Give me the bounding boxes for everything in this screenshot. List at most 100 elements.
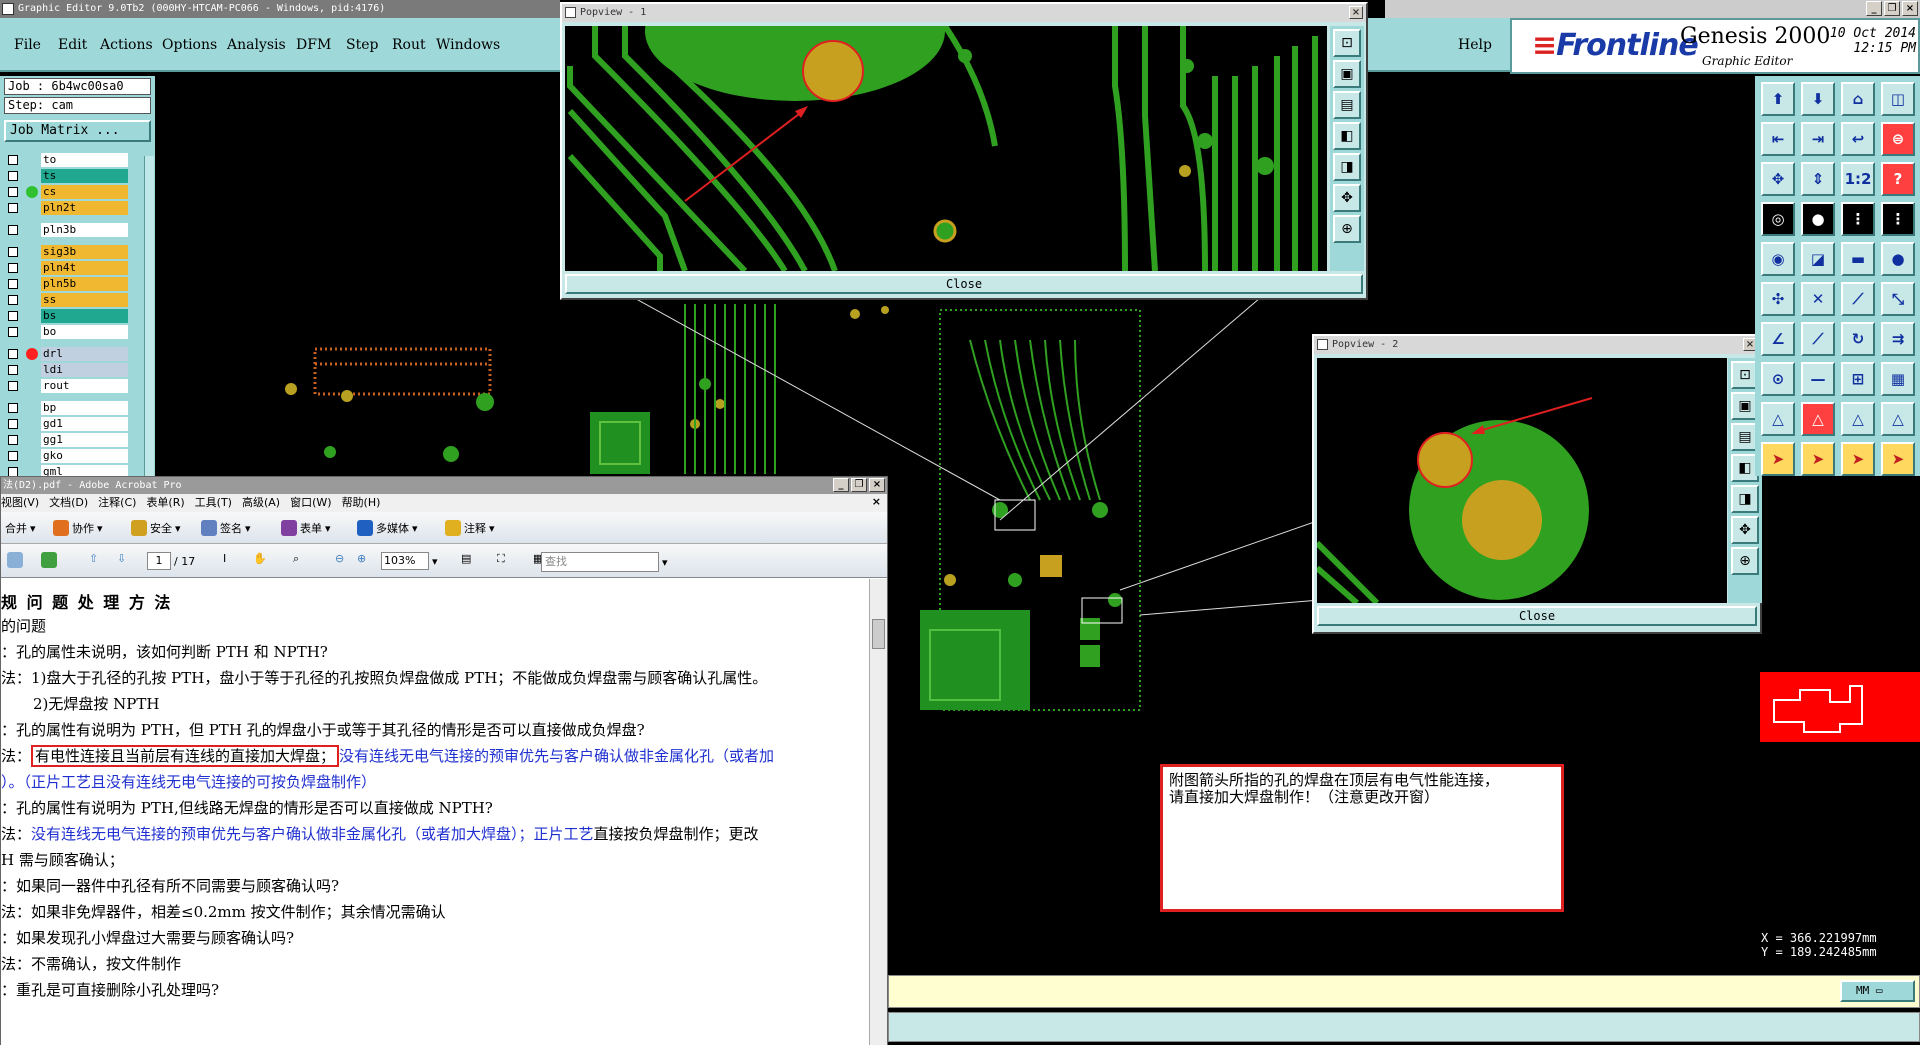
layer-row[interactable]: cs [4, 184, 144, 200]
toolbar-4-button[interactable]: 表单 ▾ [281, 520, 331, 536]
layer-checkbox[interactable] [8, 247, 18, 257]
layer-row[interactable]: pln3b [4, 222, 144, 238]
layer-row[interactable]: bo [4, 324, 144, 340]
close-icon[interactable]: × [1902, 1, 1918, 16]
layer-row[interactable]: rout [4, 378, 144, 394]
fill-icon[interactable]: ◪ [1801, 242, 1835, 276]
target-icon[interactable]: ⊙ [1761, 362, 1795, 396]
scroll-thumb[interactable] [872, 619, 885, 649]
menu-options[interactable]: Options [162, 37, 217, 53]
layer-checkbox[interactable] [8, 279, 18, 289]
layer-row[interactable]: gd1 [4, 416, 144, 432]
zoom-area-icon[interactable]: ✥ [1333, 184, 1361, 212]
acrobat-menu-item[interactable]: 注释(C) [98, 496, 136, 509]
job-matrix-button[interactable]: Job Matrix ... [4, 120, 151, 142]
align-right-icon[interactable]: ⇥ [1801, 122, 1835, 156]
cursor-icon[interactable]: ➤ [1881, 442, 1915, 476]
matrix-icon[interactable]: ▦ [1881, 362, 1915, 396]
stretch-icon[interactable]: ⤡ [1881, 282, 1915, 316]
doc-close-icon[interactable]: × [872, 495, 881, 508]
layer-checkbox[interactable] [8, 403, 18, 413]
layer-row[interactable]: ts [4, 168, 144, 184]
acrobat-menu-item[interactable]: 工具(T) [195, 496, 232, 509]
layer-row[interactable]: drl [4, 346, 144, 362]
zoom-all-icon[interactable]: ⊕ [1333, 215, 1361, 243]
cursor-icon[interactable]: ➤ [1761, 442, 1795, 476]
slope-icon[interactable]: ⟋ [1801, 322, 1835, 356]
layer-row[interactable]: bp [4, 400, 144, 416]
restore-icon[interactable]: ❐ [1884, 1, 1900, 16]
acrobat-menu-item[interactable]: 高级(A) [242, 496, 280, 509]
zoom-out-icon[interactable]: ⊖ [335, 552, 344, 565]
page-number-input[interactable]: 1 [147, 552, 171, 570]
draw-icon[interactable]: ⟋ [1841, 282, 1875, 316]
layer-row[interactable]: ldi [4, 362, 144, 378]
zoom-in-icon[interactable]: ⊕ [357, 552, 366, 565]
menu-actions[interactable]: Actions [100, 37, 153, 53]
ratio-icon[interactable]: 1:2 [1841, 162, 1875, 196]
zoom-tool-icon[interactable]: ⌕ [293, 552, 299, 566]
acrobat-menu-item[interactable]: 表单(R) [146, 496, 184, 509]
zoom-down-icon[interactable]: ▤ [1333, 91, 1361, 119]
line-icon[interactable]: ▬ [1841, 242, 1875, 276]
layer-checkbox[interactable] [8, 327, 18, 337]
next-page-icon[interactable]: ⇩ [117, 552, 126, 565]
popview-2-canvas[interactable] [1317, 358, 1727, 603]
close-icon[interactable]: × [869, 478, 885, 492]
layer-down-icon[interactable]: ⬇ [1801, 82, 1835, 116]
email-icon[interactable] [7, 552, 23, 568]
snap-icon[interactable]: ◎ [1761, 202, 1795, 236]
triangle-icon[interactable]: △ [1801, 402, 1835, 436]
fullscreen-icon[interactable]: ⛶ [497, 552, 505, 566]
menu-file[interactable]: File [14, 37, 41, 53]
grid-alt-icon[interactable]: ⋮ [1881, 202, 1915, 236]
layer-checkbox[interactable] [8, 171, 18, 181]
send-icon[interactable] [41, 552, 57, 568]
chevron-down-icon[interactable]: ▾ [432, 555, 438, 568]
toolbar-3-button[interactable]: 签名 ▾ [201, 520, 251, 536]
cursor-icon[interactable]: ➤ [1801, 442, 1835, 476]
pdf-scrollbar[interactable] [869, 579, 887, 1045]
table-icon[interactable]: ⊞ [1841, 362, 1875, 396]
layer-checkbox[interactable] [8, 203, 18, 213]
layer-checkbox[interactable] [8, 263, 18, 273]
help-icon[interactable]: ? [1881, 162, 1915, 196]
layer-up-icon[interactable]: ⬆ [1761, 82, 1795, 116]
minimize-icon[interactable]: _ [833, 478, 849, 492]
layer-row[interactable]: pln4t [4, 260, 144, 276]
layer-row[interactable]: to [4, 152, 144, 168]
popview-1-close-icon[interactable]: × [1349, 6, 1363, 19]
layer-checkbox[interactable] [8, 311, 18, 321]
filter-icon[interactable]: ⊜ [1881, 122, 1915, 156]
mirror-icon[interactable]: ⇉ [1881, 322, 1915, 356]
acrobat-menu-item[interactable]: 视图(V) [1, 496, 39, 509]
rotate-icon[interactable]: ↻ [1841, 322, 1875, 356]
menu-dfm[interactable]: DFM [296, 37, 331, 53]
menu-analysis[interactable]: Analysis [227, 37, 286, 53]
pan-icon[interactable]: ◨ [1731, 485, 1759, 513]
restore-icon[interactable]: ❐ [851, 478, 867, 492]
search-input[interactable]: 查找 [541, 552, 659, 572]
cursor-icon[interactable]: ➤ [1841, 442, 1875, 476]
delete-icon[interactable]: ✕ [1801, 282, 1835, 316]
layer-row[interactable]: bs [4, 308, 144, 324]
layer-checkbox[interactable] [8, 451, 18, 461]
layer-checkbox[interactable] [8, 381, 18, 391]
select-text-icon[interactable]: I [223, 552, 226, 565]
triangle-icon[interactable]: △ [1761, 402, 1795, 436]
zoom-in-icon[interactable]: ◧ [1333, 122, 1361, 150]
layer-checkbox[interactable] [8, 295, 18, 305]
toolbar-0-button[interactable]: 合并 ▾ [5, 520, 36, 536]
acrobat-menu-item[interactable]: 窗口(W) [290, 496, 331, 509]
layer-row[interactable]: ss [4, 292, 144, 308]
menu-help[interactable]: Help [1458, 37, 1492, 53]
undo-icon[interactable]: ↩ [1841, 122, 1875, 156]
pdf-document[interactable]: 规 问 题 处 理 方 法的问题 ：孔的属性未说明，该如何判断 PTH 和 NPT… [1, 579, 869, 1045]
triangle-icon[interactable]: △ [1881, 402, 1915, 436]
layer-row[interactable]: sig3b [4, 244, 144, 260]
toolbar-6-button[interactable]: 注释 ▾ [445, 520, 495, 536]
toolbar-1-button[interactable]: 协作 ▾ [53, 520, 103, 536]
angle-icon[interactable]: ∠ [1761, 322, 1795, 356]
overview-map[interactable] [1755, 650, 1920, 745]
resize-icon[interactable]: ⇕ [1801, 162, 1835, 196]
